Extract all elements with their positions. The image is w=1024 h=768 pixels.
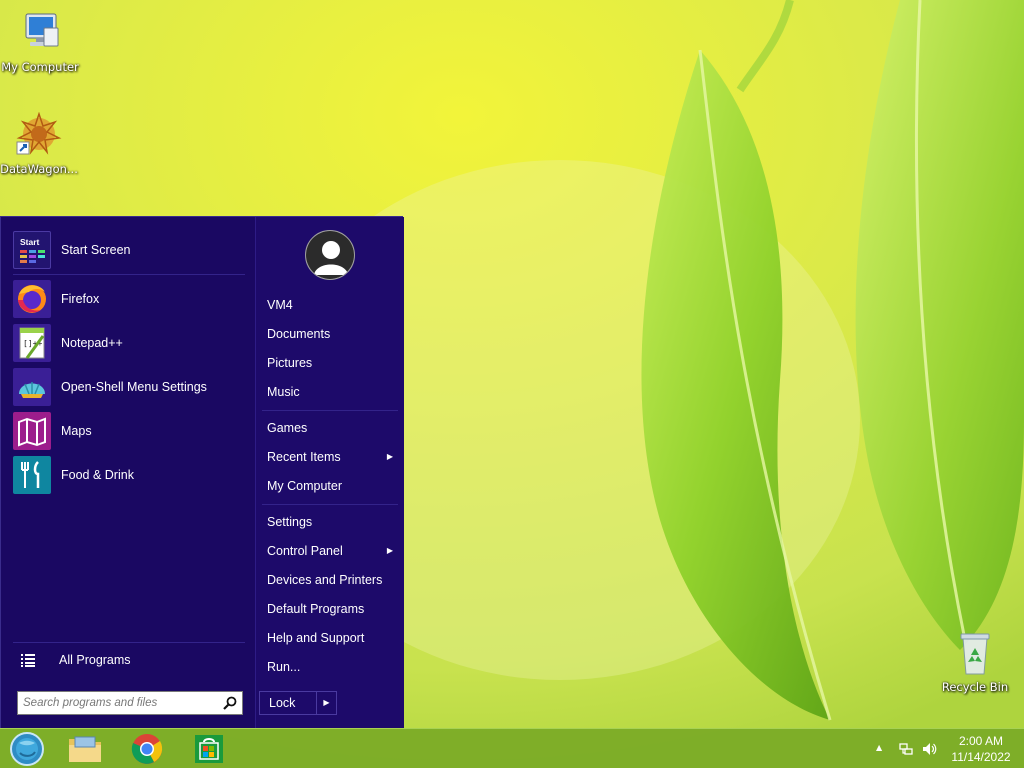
menu-item-label: Pictures [267,356,313,370]
program-label: Notepad++ [61,336,123,350]
menu-item-control-panel[interactable]: Control Panel ▶ [267,539,397,563]
store-icon [195,735,223,763]
desktop-icon-label: DataWagon... [0,162,78,176]
program-label: Food & Drink [61,468,134,482]
maps-icon [13,412,51,450]
all-programs-button[interactable]: All Programs [17,649,217,671]
menu-item-settings[interactable]: Settings [267,510,397,534]
firefox-icon [13,280,51,318]
program-notepadpp[interactable]: []++ Notepad++ [13,323,245,363]
menu-item-my-computer[interactable]: My Computer [267,474,397,498]
file-explorer-button[interactable] [62,731,108,767]
menu-item-help-support[interactable]: Help and Support [267,626,397,650]
menu-item-label: Control Panel [267,544,343,558]
start-orb-button[interactable] [4,731,50,767]
menu-item-label: Default Programs [267,602,365,616]
list-icon [21,654,35,667]
program-start-screen[interactable]: Start Start Screen [13,230,245,270]
desktop-icon-datawagon[interactable]: DataWagon... [0,111,79,176]
menu-item-documents[interactable]: Documents [267,322,397,346]
start-menu-places-pane: VM4 Documents Pictures Music Games Recen… [255,217,404,729]
menu-item-label: Devices and Printers [267,573,383,587]
menu-item-label: Recent Items [267,450,341,464]
menu-item-default-programs[interactable]: Default Programs [267,597,397,621]
menu-item-label: Run... [267,660,301,674]
divider [13,274,245,275]
chrome-button[interactable] [124,731,170,767]
start-tile-text: Start [20,237,40,247]
open-shell-icon [13,368,51,406]
desktop-icon-label: Recycle Bin [941,680,1009,694]
menu-item-music[interactable]: Music [267,380,397,404]
divider [262,504,398,505]
menu-item-label: Help and Support [267,631,365,645]
start-screen-icon: Start [13,231,51,269]
power-options-arrow-icon[interactable]: ▶ [317,692,336,714]
start-orb-icon [10,732,44,766]
search-input[interactable] [18,692,214,714]
menu-item-recent-items[interactable]: Recent Items ▶ [267,445,397,469]
clock-date: 11/14/2022 [951,750,1011,764]
show-hidden-icons-button[interactable]: ▲ [876,743,892,759]
menu-item-label: My Computer [267,479,343,493]
menu-item-label: Documents [267,327,331,341]
desktop-icon-recycle-bin[interactable]: Recycle Bin [935,630,1015,694]
search-icon[interactable] [223,696,237,710]
datawagon-icon [15,111,63,160]
store-button[interactable] [186,731,232,767]
menu-item-games[interactable]: Games [267,416,397,440]
program-label: Open-Shell Menu Settings [61,380,207,394]
menu-item-run[interactable]: Run... [267,655,397,679]
shutdown-group: Lock ▶ [259,691,337,715]
search-box[interactable] [17,691,243,715]
user-icon [306,231,354,279]
taskbar: ▲ 2:00 AM 11/14/2022 [0,728,1024,768]
chrome-icon [131,734,163,764]
menu-item-label: Games [267,421,308,435]
menu-item-pictures[interactable]: Pictures [267,351,397,375]
menu-item-label: VM4 [267,298,293,312]
menu-item-label: Settings [267,515,313,529]
desktop-icon-label: My Computer [1,60,79,74]
menu-item-devices-printers[interactable]: Devices and Printers [267,568,397,592]
program-food-drink[interactable]: Food & Drink [13,455,245,495]
submenu-arrow-icon: ▶ [386,546,393,555]
program-firefox[interactable]: Firefox [13,279,245,319]
file-explorer-icon [69,736,101,762]
system-clock[interactable]: 2:00 AM 11/14/2022 [950,733,1012,765]
submenu-arrow-icon: ▶ [386,452,393,461]
menu-item-label: Music [267,385,300,399]
menu-item-user-folder[interactable]: VM4 [267,293,397,317]
desktop-icon-my-computer[interactable]: My Computer [0,10,80,74]
computer-icon [16,10,64,58]
user-avatar[interactable] [305,230,355,280]
program-open-shell-settings[interactable]: Open-Shell Menu Settings [13,367,245,407]
clock-time: 2:00 AM [958,734,1004,748]
program-label: Firefox [61,292,100,306]
start-menu: Start Start Screen Firefox []++ Notepad+… [0,216,404,729]
program-label: Start Screen [61,243,131,257]
divider [13,642,245,643]
lock-button[interactable]: Lock [260,692,317,714]
food-drink-icon [13,456,51,494]
start-menu-programs-pane: Start Start Screen Firefox []++ Notepad+… [1,217,255,729]
notepadpp-icon: []++ [13,324,51,362]
network-icon[interactable] [898,741,914,757]
volume-icon[interactable] [921,741,937,757]
all-programs-label: All Programs [59,653,131,667]
recycle-bin-icon [951,630,999,678]
program-maps[interactable]: Maps [13,411,245,451]
program-label: Maps [61,424,92,438]
divider [262,410,398,411]
